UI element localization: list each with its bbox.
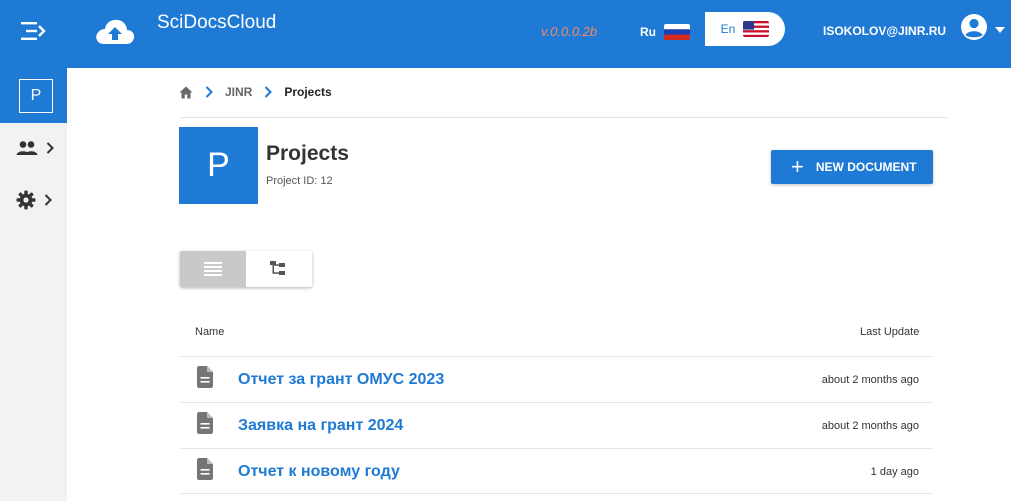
lang-en-label: En: [720, 22, 736, 36]
document-last-update: 1 day ago: [870, 466, 919, 478]
usa-flag-icon: [743, 21, 770, 37]
view-mode-toggle: [180, 251, 312, 287]
new-document-label: NEW DOCUMENT: [815, 160, 917, 174]
document-icon: [197, 458, 213, 480]
plus-icon: +: [791, 154, 804, 179]
chevron-right-icon: [46, 142, 54, 154]
divider: [180, 117, 947, 118]
document-name-link[interactable]: Отчет за грант ОМУС 2023: [238, 371, 444, 389]
document-icon: [197, 412, 213, 434]
table-row[interactable]: Отчет за грант ОМУС 2023 about 2 months …: [180, 356, 933, 402]
column-header-last-update[interactable]: Last Update: [860, 326, 919, 338]
document-icon: [197, 366, 213, 388]
chevron-right-icon: [44, 194, 52, 206]
breadcrumb-separator-icon: [265, 86, 273, 98]
rail-item-users[interactable]: [16, 136, 56, 160]
breadcrumb-item-projects: Projects: [284, 85, 332, 99]
column-header-name[interactable]: Name: [195, 326, 224, 338]
lang-ru-label: Ru: [640, 25, 656, 39]
home-icon[interactable]: [179, 86, 193, 99]
document-name-link[interactable]: Отчет к новому году: [238, 463, 400, 481]
tree-view-button[interactable]: [246, 251, 312, 287]
user-email[interactable]: ISOKOLOV@JINR.RU: [823, 24, 946, 38]
rail-project-badge[interactable]: P: [19, 79, 53, 113]
document-name-link[interactable]: Заявка на грант 2024: [238, 417, 403, 435]
table-row[interactable]: Заявка на грант 2024 about 2 months ago: [180, 402, 933, 448]
rail-item-settings[interactable]: [16, 188, 56, 212]
people-icon: [16, 141, 38, 155]
breadcrumb-item-jinr[interactable]: JINR: [225, 85, 252, 99]
new-document-button[interactable]: + NEW DOCUMENT: [771, 150, 933, 184]
breadcrumb-separator-icon: [205, 86, 213, 98]
version-label: v.0.0.0.2b: [541, 24, 598, 39]
russia-flag-icon: [664, 24, 690, 40]
document-last-update: about 2 months ago: [821, 374, 919, 386]
app-title[interactable]: SciDocsCloud: [157, 12, 276, 34]
cloud-upload-logo-icon: [96, 19, 135, 44]
list-view-button[interactable]: [180, 251, 246, 287]
document-last-update: about 2 months ago: [821, 420, 919, 432]
account-circle-icon[interactable]: [960, 13, 988, 41]
tree-view-icon: [270, 261, 285, 275]
left-rail: [0, 68, 67, 501]
menu-collapse-icon[interactable]: [20, 18, 46, 44]
list-view-icon: [204, 262, 222, 276]
table-row[interactable]: Отчет к новому году 1 day ago: [180, 448, 933, 494]
caret-down-icon[interactable]: [995, 26, 1005, 34]
lang-en-button[interactable]: En: [705, 12, 785, 46]
breadcrumb: JINR Projects: [179, 85, 332, 99]
project-avatar: P: [179, 127, 258, 204]
lang-ru-button[interactable]: Ru: [640, 20, 690, 44]
page-title: Projects: [266, 142, 349, 165]
project-id-label: Project ID: 12: [266, 175, 333, 187]
gear-icon: [16, 190, 36, 210]
top-bar: SciDocsCloud v.0.0.0.2b Ru En ISOKOLOV@J…: [0, 0, 1011, 68]
